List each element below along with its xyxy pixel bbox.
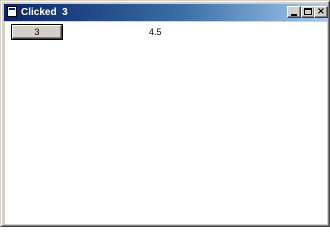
maximize-button[interactable] bbox=[301, 6, 315, 18]
value-label: 4.5 bbox=[149, 27, 162, 37]
minimize-icon bbox=[291, 14, 297, 16]
app-window: Clicked 3 × 3 4.5 bbox=[0, 0, 330, 227]
counter-button[interactable]: 3 bbox=[12, 25, 62, 39]
minimize-button[interactable] bbox=[287, 6, 301, 18]
close-icon: × bbox=[316, 6, 326, 17]
close-button[interactable]: × bbox=[314, 6, 328, 18]
client-area: 3 4.5 bbox=[5, 22, 327, 224]
maximize-icon bbox=[304, 8, 312, 15]
title-bar[interactable]: Clicked 3 × bbox=[4, 4, 328, 21]
app-window-icon[interactable] bbox=[7, 6, 17, 17]
window-title: Clicked 3 bbox=[21, 7, 68, 18]
